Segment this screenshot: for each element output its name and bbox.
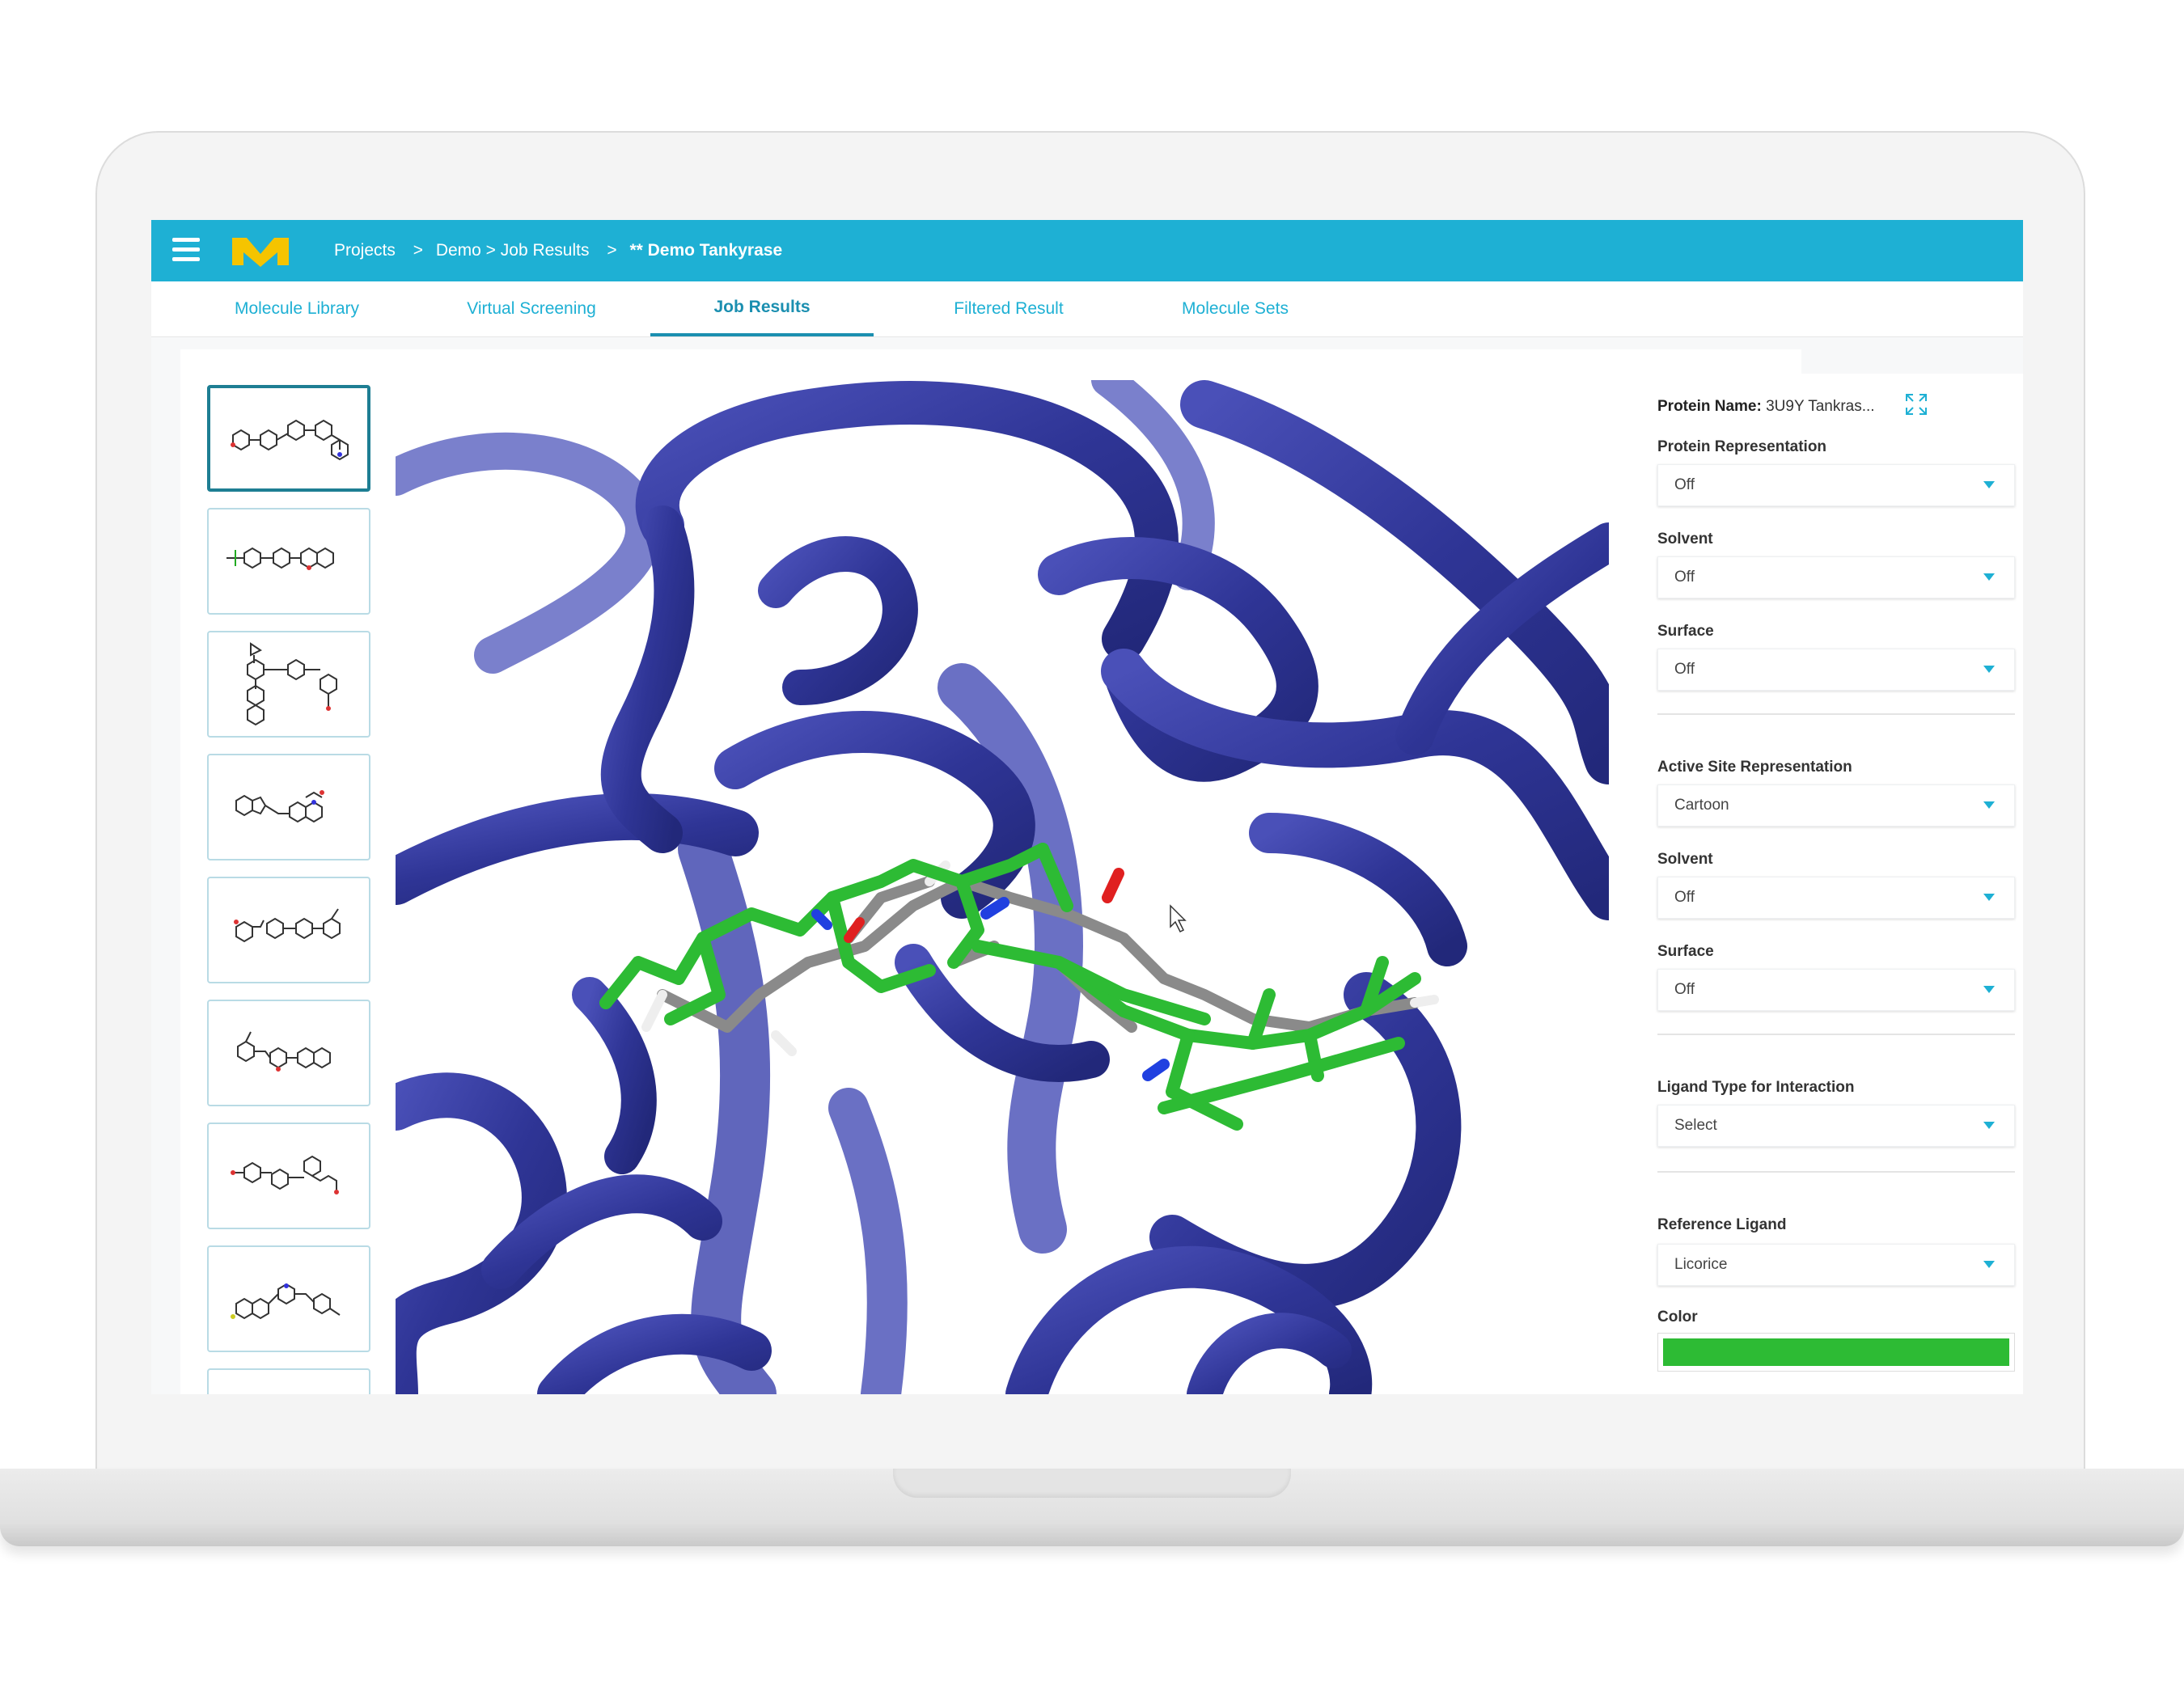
tab-molecule-library[interactable]: Molecule Library [224, 281, 370, 336]
color-swatch-fill [1663, 1338, 2009, 1366]
section-divider [1657, 713, 2015, 715]
protein-name: Protein Name: 3U9Y Tankras... [1657, 398, 1875, 416]
breadcrumb-projects[interactable]: Projects [334, 241, 396, 260]
tab-virtual-screening[interactable]: Virtual Screening [451, 281, 612, 336]
chevron-down-icon [1983, 801, 1995, 809]
surface-label: Surface [1657, 623, 1714, 640]
molecule-thumbnail[interactable] [207, 754, 370, 860]
chevron-down-icon [1983, 481, 1995, 488]
select-value: Off [1674, 476, 1695, 493]
active-site-representation-select[interactable]: Cartoon [1657, 784, 2015, 827]
molecule-thumbnail[interactable] [207, 508, 370, 615]
select-value: Off [1674, 981, 1695, 998]
active-site-representation-label: Active Site Representation [1657, 759, 1852, 776]
protein-representation-label: Protein Representation [1657, 438, 1827, 455]
molecule-3d-viewer[interactable] [396, 380, 1609, 1394]
active-site-solvent-label: Solvent [1657, 851, 1713, 868]
breadcrumb: Projects > Demo > Job Results > ** Demo … [334, 241, 787, 260]
ligand-type-select[interactable]: Select [1657, 1105, 2015, 1147]
breadcrumb-separator: > [413, 241, 423, 260]
protein-representation-select[interactable]: Off [1657, 464, 2015, 506]
hamburger-icon[interactable] [172, 238, 200, 262]
ligand-type-label: Ligand Type for Interaction [1657, 1079, 1855, 1096]
molecule-thumbnail[interactable] [207, 1000, 370, 1106]
color-picker[interactable] [1657, 1333, 2015, 1372]
color-label: Color [1657, 1309, 1698, 1326]
solvent-label: Solvent [1657, 531, 1713, 548]
chevron-down-icon [1983, 666, 1995, 673]
app-screen: Projects > Demo > Job Results > ** Demo … [151, 220, 2023, 1394]
tab-molecule-sets[interactable]: Molecule Sets [1162, 281, 1308, 336]
surface-select[interactable]: Off [1657, 649, 2015, 691]
protein-name-value: 3U9Y Tankras... [1766, 398, 1875, 415]
section-divider [1657, 1171, 2015, 1173]
select-value: Off [1674, 661, 1695, 678]
tab-job-results[interactable]: Job Results [650, 281, 874, 336]
select-value: Licorice [1674, 1256, 1728, 1273]
protein-name-label: Protein Name: [1657, 398, 1762, 415]
tab-filtered-result[interactable]: Filtered Result [936, 281, 1081, 336]
active-site-solvent-select[interactable]: Off [1657, 877, 2015, 919]
chevron-down-icon [1983, 894, 1995, 901]
section-divider [1657, 1034, 2015, 1035]
active-site-surface-select[interactable]: Off [1657, 969, 2015, 1011]
chevron-down-icon [1983, 573, 1995, 581]
app-logo[interactable] [229, 231, 292, 274]
top-bar: Projects > Demo > Job Results > ** Demo … [151, 220, 2023, 281]
tab-bar: Molecule Library Virtual Screening Job R… [151, 281, 2023, 337]
chevron-down-icon [1983, 1261, 1995, 1268]
breadcrumb-separator: > [607, 241, 617, 260]
laptop-notch [893, 1469, 1291, 1498]
molecule-thumbnail[interactable] [207, 385, 370, 492]
active-site-surface-label: Surface [1657, 943, 1714, 960]
select-value: Off [1674, 889, 1695, 906]
molecule-thumbnail[interactable] [207, 1245, 370, 1352]
molecule-thumbnail[interactable] [207, 877, 370, 983]
molecule-thumbnail[interactable] [207, 1368, 370, 1394]
select-value: Off [1674, 569, 1695, 586]
solvent-select[interactable]: Off [1657, 556, 2015, 598]
expand-icon[interactable] [1903, 391, 1929, 417]
reference-ligand-label: Reference Ligand [1657, 1216, 1787, 1233]
select-value: Select [1674, 1117, 1717, 1134]
chevron-down-icon [1983, 986, 1995, 993]
breadcrumb-current: ** Demo Tankyrase [629, 241, 783, 260]
molecule-thumbnail[interactable] [207, 631, 370, 738]
chevron-down-icon [1983, 1122, 1995, 1129]
visualization-settings-panel: Protein Name: 3U9Y Tankras... Protein Re… [1638, 374, 2023, 1394]
breadcrumb-job-results[interactable]: Demo > Job Results [436, 241, 590, 260]
molecule-thumbnail[interactable] [207, 1123, 370, 1229]
reference-ligand-select[interactable]: Licorice [1657, 1244, 2015, 1286]
select-value: Cartoon [1674, 797, 1729, 814]
